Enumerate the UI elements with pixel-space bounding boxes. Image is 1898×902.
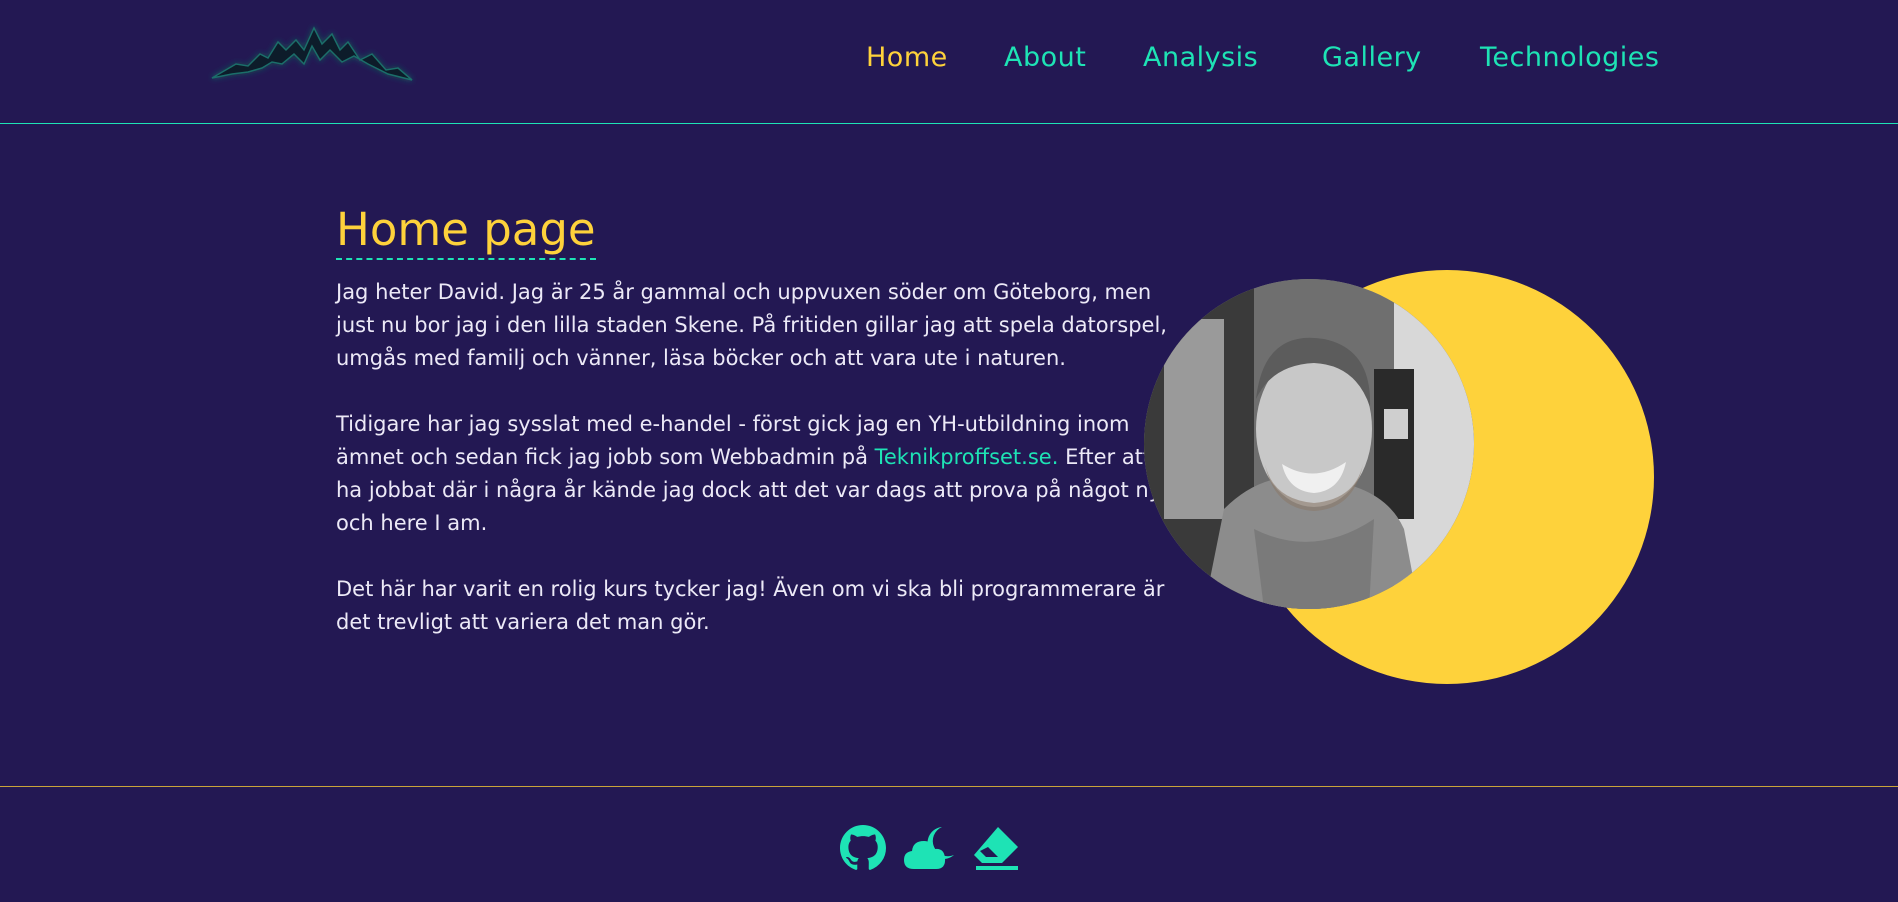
page-title: Home page bbox=[336, 204, 596, 260]
main-nav: Home About Analysis Gallery Technologies bbox=[0, 42, 1898, 82]
cloud-moon-icon[interactable] bbox=[904, 825, 954, 871]
paragraph-background: Tidigare har jag sysslat med e-handel - … bbox=[336, 408, 1181, 540]
nav-about[interactable]: About bbox=[1004, 42, 1086, 73]
nav-technologies[interactable]: Technologies bbox=[1480, 42, 1659, 73]
nav-gallery[interactable]: Gallery bbox=[1322, 42, 1422, 73]
eraser-icon[interactable] bbox=[972, 825, 1018, 871]
paragraph-course: Det här har varit en rolig kurs tycker j… bbox=[336, 577, 1165, 634]
site-header: Home About Analysis Gallery Technologies bbox=[0, 0, 1898, 124]
github-icon[interactable] bbox=[840, 825, 886, 871]
footer-icon-row bbox=[840, 825, 1070, 875]
intro-text: Jag heter David. Jag är 25 år gammal och… bbox=[336, 276, 1181, 672]
nav-home[interactable]: Home bbox=[866, 42, 948, 73]
paragraph-about-me: Jag heter David. Jag är 25 år gammal och… bbox=[336, 280, 1167, 370]
main-content: Home page Jag heter David. Jag är 25 år … bbox=[0, 124, 1898, 786]
site-footer bbox=[0, 786, 1898, 902]
teknikproffset-link[interactable]: Teknikproffset.se. bbox=[875, 445, 1059, 469]
profile-photo bbox=[1144, 279, 1474, 609]
nav-analysis[interactable]: Analysis bbox=[1143, 42, 1258, 73]
